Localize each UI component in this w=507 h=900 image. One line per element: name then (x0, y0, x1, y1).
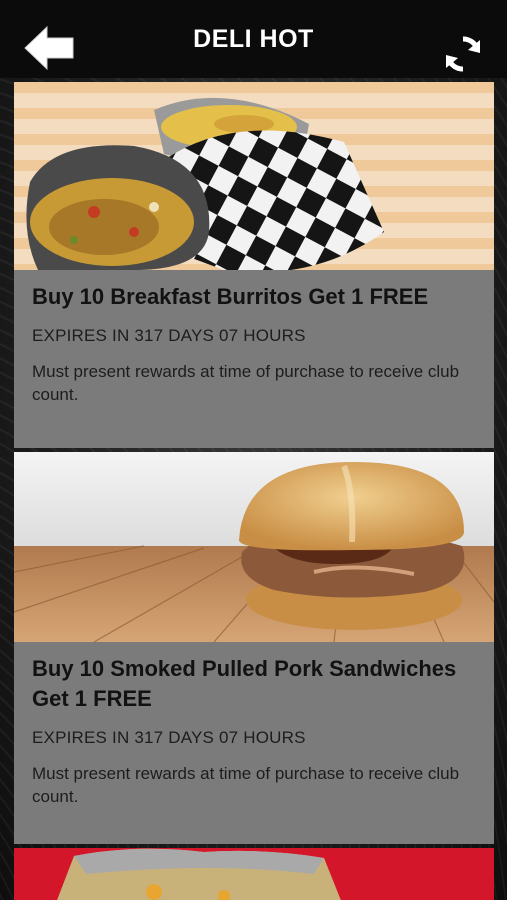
reward-description: Must present rewards at time of purchase… (32, 764, 460, 806)
reward-expiry: EXPIRES IN 317 DAYS 07 HOURS (32, 326, 306, 345)
reward-card[interactable]: Buy 10 Smoked Pulled Pork Sandwiches Get… (14, 452, 494, 844)
reward-description: Must present rewards at time of purchase… (32, 362, 460, 404)
breakfast-burrito-image (14, 82, 494, 270)
reward-title: Buy 10 Breakfast Burritos Get 1 FREE (32, 284, 429, 309)
chips-bag-image (14, 848, 494, 900)
top-bar: DELI HOT (0, 0, 507, 78)
reward-expiry: EXPIRES IN 317 DAYS 07 HOURS (32, 728, 306, 747)
refresh-icon (446, 36, 480, 72)
page-title: DELI HOT (193, 24, 314, 53)
reward-title: Buy 10 Smoked Pulled Pork Sandwiches Get… (32, 656, 457, 711)
refresh-button[interactable] (443, 34, 483, 74)
back-arrow-icon (24, 25, 74, 71)
reward-card[interactable] (14, 848, 494, 900)
reward-card[interactable]: Buy 10 Breakfast Burritos Get 1 FREE EXP… (14, 82, 494, 448)
pulled-pork-sandwich-image (14, 452, 494, 642)
back-button[interactable] (22, 25, 78, 75)
